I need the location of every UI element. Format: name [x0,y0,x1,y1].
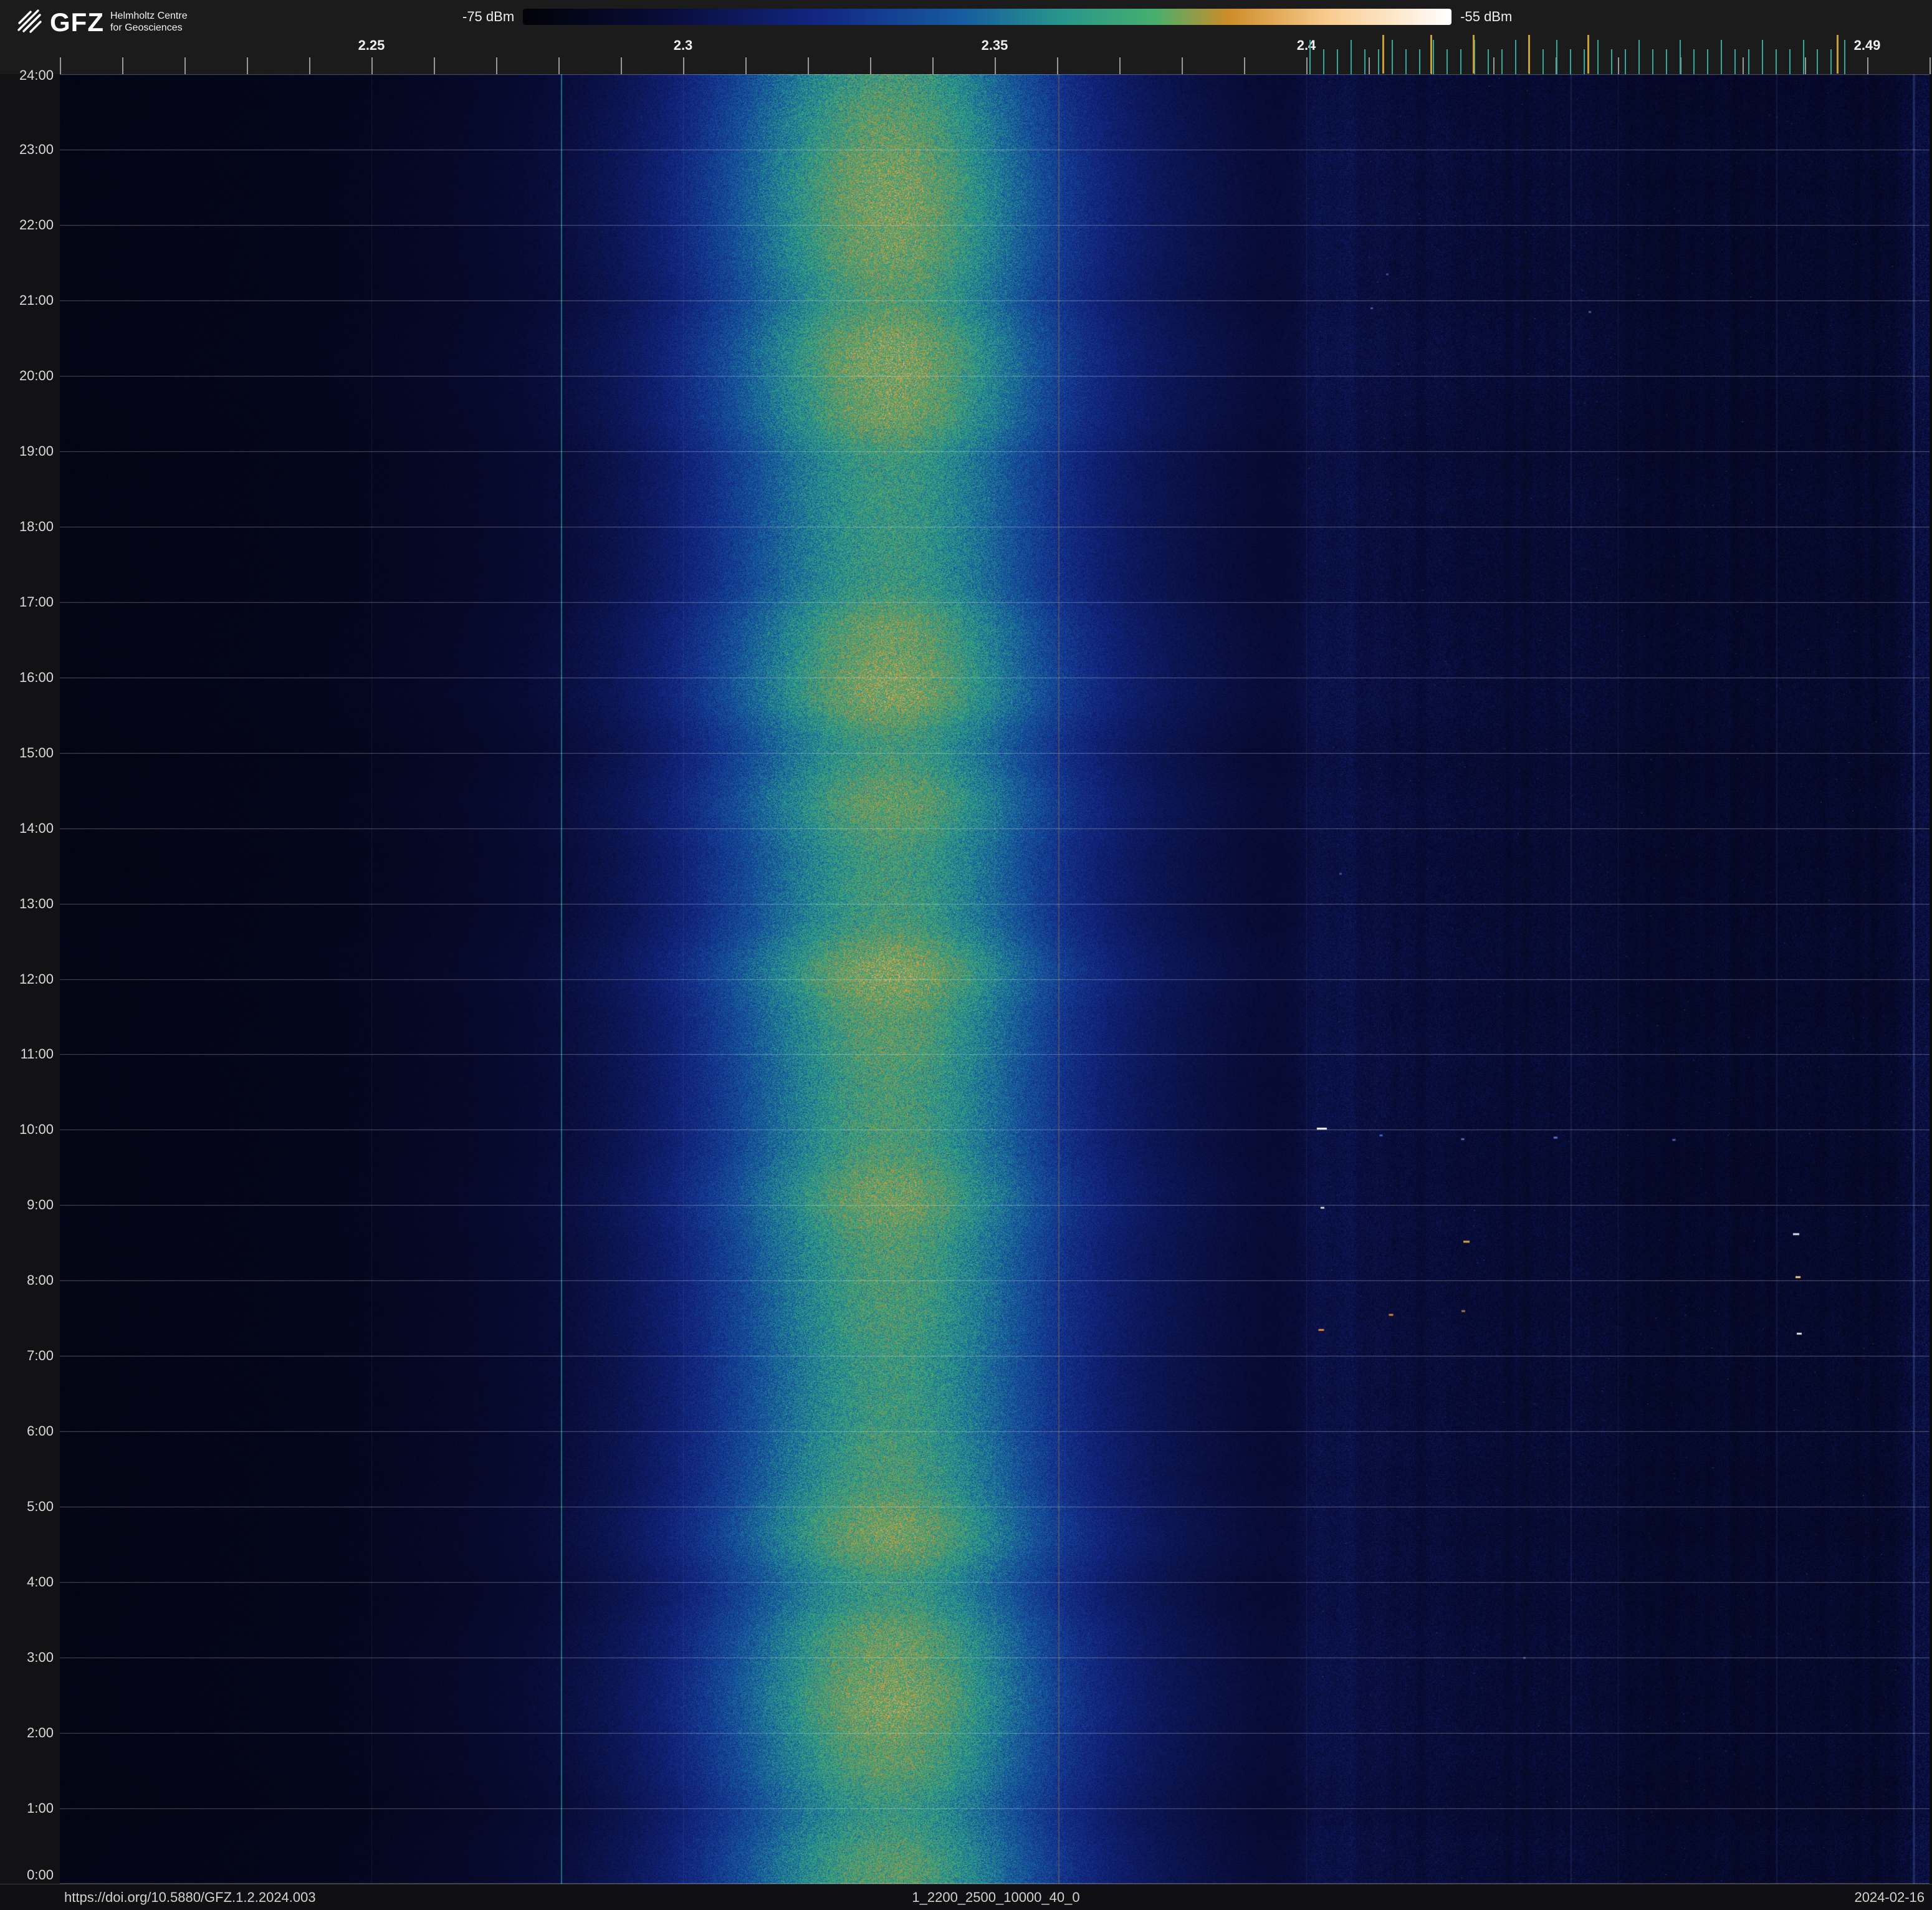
tick-marks [0,0,1932,74]
minor-tick [60,57,61,74]
comb-tick [1584,49,1585,74]
comb-tick [1803,40,1804,74]
date-text: 2024-02-16 [1854,1889,1925,1905]
minor-tick [434,57,435,74]
comb-tick [1707,49,1708,74]
minor-tick [1618,57,1619,74]
minor-tick [1743,57,1744,74]
comb-tick [1501,49,1503,74]
minor-tick [870,57,871,74]
comb-tick [1680,40,1681,74]
comb-tick [1556,40,1557,74]
minor-tick [1244,57,1245,74]
comb-tick [1433,40,1434,74]
comb-tick [1570,49,1571,74]
comb-tick [1748,49,1749,74]
minor-tick [932,57,934,74]
doi-text: https://doi.org/10.5880/GFZ.1.2.2024.003 [64,1889,316,1905]
comb-tick [1392,40,1393,74]
comb-tick [1405,49,1407,74]
comb-tick [1323,49,1324,74]
dataset-id-text: 1_2200_2500_10000_40_0 [912,1889,1080,1905]
marker-tick [1587,35,1589,74]
comb-tick [1309,40,1311,74]
comb-tick [1830,49,1832,74]
footer: https://doi.org/10.5880/GFZ.1.2.2024.003… [0,1884,1932,1910]
minor-tick [309,57,310,74]
minor-tick [1493,57,1494,74]
minor-tick [1930,57,1931,74]
comb-tick [1542,49,1544,74]
minor-tick [122,57,123,74]
minor-tick [1057,57,1058,74]
minor-tick [1306,57,1308,74]
comb-tick [1447,49,1448,74]
comb-tick [1611,49,1612,74]
comb-tick [1789,49,1791,74]
marker-tick [1382,35,1384,74]
marker-tick [1430,35,1432,74]
comb-tick [1776,49,1777,74]
marker-tick [1837,35,1839,74]
minor-tick [558,57,560,74]
comb-tick [1419,49,1420,74]
comb-tick [1364,49,1365,74]
minor-tick [496,57,497,74]
minor-tick [1805,57,1806,74]
time-axis-gutter [0,74,60,1884]
comb-tick [1597,40,1599,74]
minor-tick [808,57,809,74]
minor-tick [995,57,996,74]
spectrogram-canvas [60,74,1930,1884]
minor-tick [745,57,747,74]
header: GFZ Helmholtz Centre for Geosciences -75… [0,0,1932,74]
minor-tick [1369,57,1370,74]
comb-tick [1337,49,1338,74]
minor-tick [621,57,622,74]
comb-tick [1693,49,1695,74]
comb-tick [1460,49,1461,74]
minor-tick [1182,57,1183,74]
comb-tick [1515,40,1516,74]
comb-tick [1488,49,1489,74]
minor-tick [247,57,248,74]
minor-tick [1119,57,1121,74]
minor-tick [1867,57,1868,74]
comb-tick [1351,40,1352,74]
comb-tick [1638,40,1640,74]
marker-tick [1528,35,1530,74]
comb-tick [1378,49,1379,74]
comb-tick [1652,49,1653,74]
marker-tick [1473,35,1475,74]
comb-tick [1844,40,1845,74]
comb-tick [1721,40,1722,74]
comb-tick [1762,40,1763,74]
comb-tick [1734,49,1736,74]
comb-tick [1666,49,1667,74]
comb-tick [1817,49,1818,74]
minor-tick [371,57,373,74]
minor-tick [184,57,186,74]
minor-tick [683,57,684,74]
comb-tick [1625,49,1626,74]
